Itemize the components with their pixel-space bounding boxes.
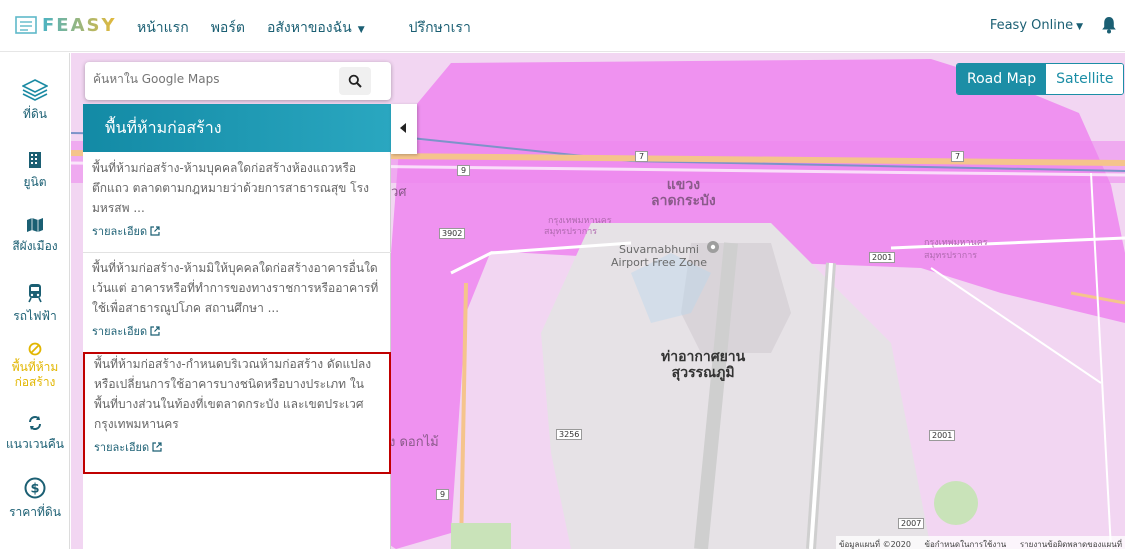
left-sidebar: ที่ดิน ยูนิต สีผังเมือง รถไฟฟ้า พื้นที่ห… [0,53,70,549]
detail-link-label: รายละเอียด [92,325,148,338]
sidebar-item-label: พื้นที่ห้ามก่อสร้าง [11,360,59,389]
list-item-text: พื้นที่ห้ามก่อสร้าง-กำหนดบริเวณห้ามก่อสร… [94,357,372,431]
route-shield-7a: 7 [635,151,649,162]
top-navbar: FEASY หน้าแรก พอร์ต อสังหาของฉัน ▼ ปรึกษา… [0,0,1125,52]
chevron-down-icon: ▼ [357,25,365,35]
sidebar-item-label: ยูนิต [23,175,47,189]
train-icon [28,284,42,303]
detail-link-label: รายละเอียด [94,441,150,454]
search-input[interactable] [93,72,333,86]
brand-name: FEASY [42,14,117,36]
location-pin-icon[interactable] [706,240,720,254]
external-link-icon [150,226,160,236]
search-button[interactable] [339,67,371,95]
list-item[interactable]: พื้นที่ห้ามก่อสร้าง-ห้ามบุคคลใดก่อสร้างห… [83,156,391,250]
sidebar-item-land[interactable]: ที่ดิน [0,79,70,124]
route-shield-3256: 3256 [556,429,583,440]
province-label-sp: สมุทรปราการ [544,227,598,237]
feasy-logo-icon [15,16,37,34]
dokmai-label: ง ดอกไม้ [389,435,439,450]
airport-label: ท่าอากาศยาน สุวรรณภูมิ [661,349,745,381]
sidebar-item-label: แนวเวนคืน [6,437,64,451]
district-label: แขวง ลาดกระบัง [651,177,716,209]
route-shield-2001b: 2001 [929,430,956,441]
nav-consult-link[interactable]: ปรึกษาเรา [409,17,471,39]
sidebar-item-label: ราคาที่ดิน [9,505,61,519]
list-item-text: พื้นที่ห้ามก่อสร้าง-ห้ามบุคคลใดก่อสร้างห… [92,161,369,215]
external-link-icon [152,442,162,452]
map-type-toggle: Road Map Satellite [956,63,1125,95]
nav-my-property-dropdown[interactable]: อสังหาของฉัน ▼ [267,17,387,39]
detail-link[interactable]: รายละเอียด [92,222,160,242]
detail-link-label: รายละเอียด [92,225,148,238]
list-item[interactable]: พื้นที่ห้ามก่อสร้าง-ห้ามมิให้บุคคลใดก่อส… [83,256,391,350]
route-shield-2007: 2007 [898,518,925,529]
route-shield-3902: 3902 [439,228,466,239]
ban-icon [28,342,42,356]
nav-home-link[interactable]: หน้าแรก [137,17,189,39]
no-build-zone-panel: พื้นที่ห้ามก่อสร้าง พื้นที่ห้ามก่อสร้าง-… [83,104,391,549]
chevron-down-icon: ▼ [1076,22,1083,32]
sidebar-item-no-build-zone[interactable]: พื้นที่ห้ามก่อสร้าง [0,342,70,390]
nav-port-link[interactable]: พอร์ต [211,17,245,39]
list-item-selected[interactable]: พื้นที่ห้ามก่อสร้าง-กำหนดบริเวณห้ามก่อสร… [83,352,391,474]
sidebar-item-unit[interactable]: ยูนิต [0,151,70,192]
sidebar-item-skytrain[interactable]: รถไฟฟ้า [0,283,70,326]
layers-icon [22,79,48,101]
chevron-left-icon [400,123,406,133]
wet-label: วศ [391,185,407,200]
route-shield-7b: 7 [951,151,965,162]
user-menu-dropdown[interactable]: Feasy Online ▼ [990,18,1083,33]
panel-title: พื้นที่ห้ามก่อสร้าง [83,104,391,152]
free-zone-label: Suvarnabhumi Airport Free Zone [611,243,707,269]
external-link-icon [150,326,160,336]
sidebar-item-expropriation[interactable]: แนวเวนคืน [0,415,70,454]
detail-link[interactable]: รายละเอียด [92,322,160,342]
sidebar-item-zoning-color[interactable]: สีผังเมือง [0,217,70,256]
divider [83,252,391,253]
bell-icon[interactable] [1101,16,1117,34]
brand-logo[interactable]: FEASY [14,14,117,36]
building-icon [29,152,41,168]
detail-link[interactable]: รายละเอียด [94,438,162,458]
province-label-sp-east: สมุทรปราการ [924,251,978,261]
satellite-button[interactable]: Satellite [1046,64,1124,94]
road-map-button[interactable]: Road Map [957,64,1047,94]
sidebar-item-label: รถไฟฟ้า [13,309,57,323]
route-shield-2001a: 2001 [869,252,896,263]
sidebar-item-land-price[interactable]: $ ราคาที่ดิน [0,477,70,522]
free-zone-label-line1: Suvarnabhumi [619,243,699,256]
dollar-icon: $ [24,477,46,499]
collapse-panel-button[interactable] [391,104,417,154]
province-label-bkk-east: กรุงเทพมหานคร [924,238,988,248]
search-box [85,62,391,100]
list-item-text: พื้นที่ห้ามก่อสร้าง-ห้ามมิให้บุคคลใดก่อส… [92,261,379,315]
free-zone-label-line2: Airport Free Zone [611,256,707,269]
sidebar-item-label: ที่ดิน [23,107,47,121]
airport-label-line1: ท่าอากาศยาน [661,349,746,365]
route-shield-9a: 9 [457,165,471,176]
user-menu-label: Feasy Online [989,18,1074,33]
map-attribution-bar: ข้อมูลแผนที่ ©2020 ข้อกำหนดในการใช้งาน ร… [836,536,1125,549]
map-report-link[interactable]: รายงานข้อผิดพลาดของแผนที่ [1017,538,1125,549]
nav-my-property-label: อสังหาของฉัน [266,20,352,36]
sidebar-item-label: สีผังเมือง [12,239,58,253]
map-icon [27,218,43,232]
airport-label-line2: สุวรรณภูมิ [671,365,735,381]
district-label-line1: แขวง [666,177,701,193]
district-label-line2: ลาดกระบัง [651,193,716,209]
main-nav: หน้าแรก พอร์ต อสังหาของฉัน ▼ ปรึกษาเรา [137,17,493,39]
map-terms-link[interactable]: ข้อกำหนดในการใช้งาน [922,538,1010,549]
map-copyright: ข้อมูลแผนที่ ©2020 [839,540,911,549]
refresh-icon [29,416,41,430]
search-icon [348,74,362,88]
svg-text:$: $ [30,482,39,497]
route-shield-9b: 9 [436,489,450,500]
